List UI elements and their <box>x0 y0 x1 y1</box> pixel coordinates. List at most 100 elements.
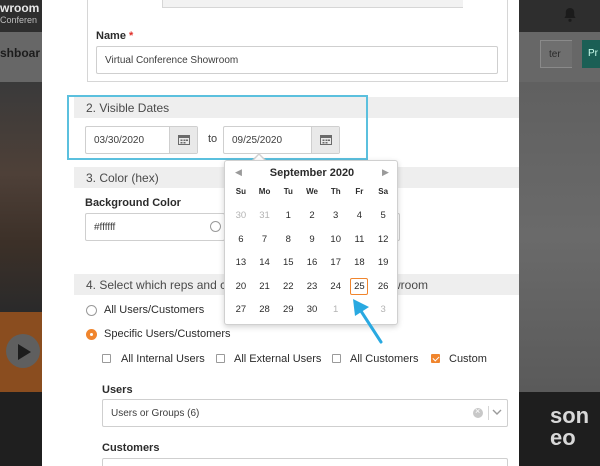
calendar-icon <box>178 135 190 145</box>
weekday-label: Tu <box>283 187 293 196</box>
calendar-day[interactable]: 3 <box>324 205 348 229</box>
calendar-day[interactable]: 9 <box>300 229 324 253</box>
calendar-day[interactable]: 14 <box>253 252 277 276</box>
day-number: 14 <box>259 257 270 268</box>
calendar-day[interactable]: 17 <box>324 252 348 276</box>
customers-select[interactable] <box>102 458 508 466</box>
day-number: 25 <box>350 277 369 295</box>
custom-label: Custom <box>449 353 487 365</box>
all-customers-checkbox[interactable] <box>332 354 341 363</box>
start-date-input[interactable]: 03/30/2020 <box>85 126 198 154</box>
calendar-day[interactable]: 6 <box>229 229 253 253</box>
start-date-calendar-button[interactable] <box>169 127 197 153</box>
chevron-right-icon[interactable]: ▶ <box>382 167 389 178</box>
background-color-input[interactable]: #ffffff <box>85 213 225 241</box>
chevron-down-icon[interactable] <box>492 409 502 416</box>
calendar-day[interactable]: 21 <box>253 276 277 300</box>
calendar-day[interactable]: 2 <box>300 205 324 229</box>
weekday-label: We <box>306 187 318 196</box>
calendar-day[interactable]: 15 <box>276 252 300 276</box>
day-number: 16 <box>306 257 318 268</box>
day-number: 10 <box>330 233 341 245</box>
calendar-day[interactable]: 5 <box>371 205 395 229</box>
day-number: 1 <box>285 210 291 221</box>
day-number: 13 <box>235 257 247 268</box>
clear-icon[interactable] <box>473 406 483 418</box>
specific-users-radio[interactable] <box>86 329 97 340</box>
all-internal-users-label: All Internal Users <box>121 353 205 365</box>
calendar-day[interactable]: 16 <box>300 252 324 276</box>
calendar-day[interactable]: 4 <box>348 205 372 229</box>
weekday-label: Th <box>330 187 341 196</box>
calendar-day[interactable]: 20 <box>229 276 253 300</box>
pointer-arrow-icon <box>353 299 383 344</box>
calendar-day[interactable]: 31 <box>253 205 277 229</box>
calendar-day[interactable]: 18 <box>348 252 372 276</box>
calendar-day[interactable]: 10 <box>324 229 348 253</box>
background-primary-button[interactable]: Pr <box>582 40 600 68</box>
day-number: 4 <box>356 210 363 221</box>
end-date-value: 09/25/2020 <box>232 135 283 146</box>
name-label: Name * <box>96 30 133 42</box>
day-number: 21 <box>259 280 270 292</box>
day-number: 18 <box>354 257 365 268</box>
day-number: 2 <box>309 210 315 221</box>
calendar-day[interactable]: 12 <box>371 229 395 253</box>
background-image-right <box>519 82 600 392</box>
background-filter-button[interactable]: ter <box>540 40 572 68</box>
calendar-day[interactable]: 13 <box>229 252 253 276</box>
background-color-label: Background Color <box>85 197 181 209</box>
day-number: 26 <box>377 280 389 292</box>
datepicker-month-title[interactable]: September 2020 <box>225 167 399 179</box>
day-number: 3 <box>333 210 339 221</box>
calendar-day[interactable]: 11 <box>348 229 372 253</box>
custom-checkbox[interactable] <box>431 354 440 363</box>
required-marker: * <box>129 30 134 42</box>
weekday-label: Mo <box>258 187 271 196</box>
select-separator <box>488 406 489 420</box>
weekday-label: Su <box>235 187 246 196</box>
end-date-calendar-button[interactable] <box>311 127 339 153</box>
day-number: 19 <box>377 257 389 268</box>
day-number: 9 <box>309 233 315 245</box>
calendar-day[interactable]: 19 <box>371 252 395 276</box>
calendar-day[interactable]: 28 <box>253 299 277 323</box>
all-internal-users-checkbox[interactable] <box>102 354 111 363</box>
all-external-users-label: All External Users <box>234 353 322 365</box>
day-number: 7 <box>261 233 268 245</box>
name-input[interactable]: Virtual Conference Showroom <box>96 46 498 74</box>
calendar-day[interactable]: 30 <box>229 205 253 229</box>
calendar-day[interactable]: 7 <box>253 229 277 253</box>
date-range-separator: to <box>208 133 218 145</box>
day-number: 30 <box>306 304 318 315</box>
calendar-day[interactable]: 30 <box>300 299 324 323</box>
color-picker-toggle[interactable] <box>210 221 221 232</box>
calendar-day[interactable]: 1 <box>324 299 348 323</box>
calendar-day[interactable]: 8 <box>276 229 300 253</box>
calendar-day[interactable]: 29 <box>276 299 300 323</box>
day-number: 22 <box>282 280 294 292</box>
dashboard-link[interactable]: shboar <box>0 46 40 60</box>
day-number: 28 <box>259 304 270 315</box>
calendar-day[interactable]: 1 <box>276 205 300 229</box>
calendar-day[interactable]: 24 <box>324 276 348 300</box>
bell-icon[interactable] <box>562 7 578 23</box>
users-label: Users <box>102 384 133 396</box>
app-subtitle: Conferen <box>0 15 38 25</box>
day-number: 29 <box>282 304 294 315</box>
all-external-users-checkbox[interactable] <box>216 354 225 363</box>
weekday-header: Su Mo Tu We Th Fr Sa <box>229 187 395 196</box>
calendar-day[interactable]: 23 <box>300 276 324 300</box>
end-date-input[interactable]: 09/25/2020 <box>223 126 340 154</box>
calendar-day[interactable]: 27 <box>229 299 253 323</box>
day-number: 1 <box>333 304 339 315</box>
all-users-radio[interactable] <box>86 305 97 316</box>
calendar-day[interactable]: 22 <box>276 276 300 300</box>
day-number: 31 <box>259 210 270 221</box>
calendar-icon <box>320 135 332 145</box>
weekday-label: Sa <box>378 187 389 196</box>
weekday-label: Fr <box>355 187 364 196</box>
users-select[interactable]: Users or Groups (6) <box>102 399 508 427</box>
day-number: 5 <box>380 210 386 221</box>
day-number: 12 <box>377 233 389 245</box>
